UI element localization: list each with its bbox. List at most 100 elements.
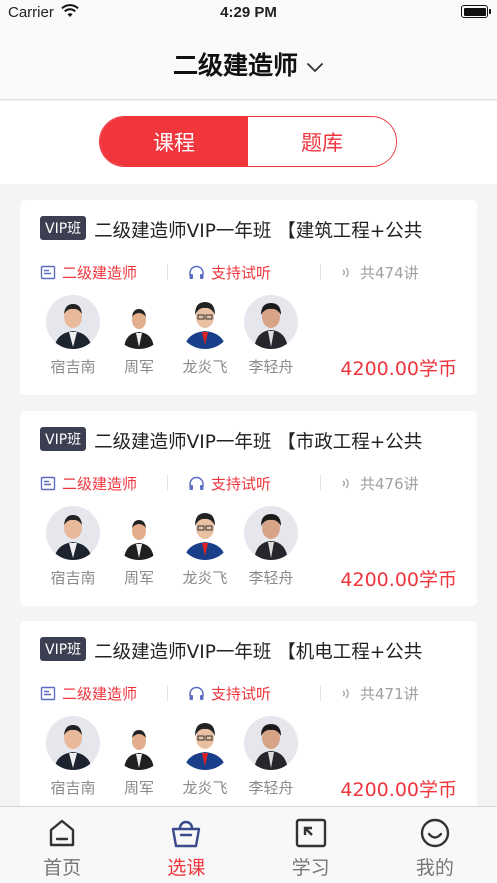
teacher-name: 宿吉南	[50, 569, 96, 587]
course-title: 二级建造师VIP一年班 【建筑工程+公共	[94, 221, 423, 242]
basket-icon	[172, 820, 201, 848]
headphones-icon	[189, 686, 204, 700]
teacher-item[interactable]: 李轻舟	[238, 295, 304, 377]
avatar	[244, 295, 298, 349]
category-selector[interactable]: 二级建造师	[0, 46, 497, 82]
teacher-list: 宿吉南 周军 龙炎飞 李轻舟	[40, 295, 304, 377]
teacher-item[interactable]: 周军	[106, 716, 172, 798]
course-meta: 二级建造师 支持试听 共476讲	[40, 472, 460, 494]
course-price: 4200.00学币	[340, 569, 457, 591]
lesson-count: 共471讲	[360, 684, 419, 703]
trial-label: 支持试听	[211, 474, 272, 493]
page-title: 二级建造师	[172, 51, 298, 80]
divider	[320, 475, 321, 491]
avatar	[178, 716, 232, 770]
teacher-item[interactable]: 宿吉南	[40, 506, 106, 588]
teacher-list: 宿吉南 周军 龙炎飞 李轻舟	[40, 506, 304, 588]
vip-badge: VIP班	[40, 427, 87, 451]
avatar	[178, 295, 232, 349]
avatar	[112, 295, 166, 349]
book-icon	[40, 686, 56, 700]
avatar	[46, 716, 100, 770]
teacher-item[interactable]: 周军	[106, 295, 172, 377]
divider	[320, 264, 321, 280]
study-icon	[295, 818, 326, 848]
divider	[167, 475, 168, 491]
teacher-name: 宿吉南	[50, 779, 96, 797]
course-category: 二级建造师	[62, 474, 138, 493]
book-icon	[40, 265, 56, 279]
course-title-row: VIP班 二级建造师VIP一年班 【市政工程+公共	[40, 427, 423, 454]
tab-bar: 首页 选课 学习 我的	[0, 806, 497, 883]
teacher-item[interactable]: 龙炎飞	[172, 295, 238, 377]
teacher-name: 龙炎飞	[182, 569, 228, 587]
tab-profile[interactable]: 我的	[373, 807, 497, 883]
tab-courses[interactable]: 课程	[100, 117, 248, 166]
teacher-name: 龙炎飞	[182, 358, 228, 376]
teacher-name: 周军	[123, 358, 154, 376]
teacher-item[interactable]: 宿吉南	[40, 295, 106, 377]
tab-study[interactable]: 学习	[249, 807, 373, 883]
vip-badge: VIP班	[40, 637, 87, 661]
trial-label: 支持试听	[211, 263, 272, 282]
course-category: 二级建造师	[62, 263, 138, 282]
course-meta: 二级建造师 支持试听 共471讲	[40, 682, 460, 704]
teacher-item[interactable]: 李轻舟	[238, 506, 304, 588]
lesson-count: 共476讲	[360, 474, 419, 493]
course-title-row: VIP班 二级建造师VIP一年班 【建筑工程+公共	[40, 216, 423, 243]
audio-icon	[342, 477, 349, 489]
avatar	[244, 716, 298, 770]
audio-icon	[342, 266, 349, 278]
divider	[320, 685, 321, 701]
tab-home[interactable]: 首页	[0, 807, 124, 883]
teacher-item[interactable]: 龙炎飞	[172, 506, 238, 588]
battery-icon	[461, 5, 491, 18]
tab-label: 我的	[415, 857, 454, 879]
headphones-icon	[189, 265, 204, 279]
course-title: 二级建造师VIP一年班 【机电工程+公共	[94, 642, 423, 663]
teacher-name: 周军	[123, 779, 154, 797]
divider	[167, 264, 168, 280]
course-price: 4200.00学币	[340, 358, 457, 380]
trial-label: 支持试听	[211, 684, 272, 703]
avatar	[112, 716, 166, 770]
teacher-item[interactable]: 周军	[106, 506, 172, 588]
tab-question-bank[interactable]: 题库	[248, 117, 396, 166]
teacher-item[interactable]: 龙炎飞	[172, 716, 238, 798]
course-title: 二级建造师VIP一年班 【市政工程+公共	[94, 432, 423, 453]
teacher-name: 周军	[123, 569, 154, 587]
avatar	[112, 506, 166, 560]
teacher-item[interactable]: 李轻舟	[238, 716, 304, 798]
course-title-row: VIP班 二级建造师VIP一年班 【机电工程+公共	[40, 637, 423, 664]
course-list[interactable]: VIP班 二级建造师VIP一年班 【建筑工程+公共 二级建造师 支持试听 共474…	[0, 184, 497, 806]
course-card[interactable]: VIP班 二级建造师VIP一年班 【建筑工程+公共 二级建造师 支持试听 共474…	[20, 200, 477, 395]
profile-icon	[420, 818, 450, 848]
tab-label: 学习	[291, 857, 330, 879]
course-card[interactable]: VIP班 二级建造师VIP一年班 【市政工程+公共 二级建造师 支持试听 共476…	[20, 411, 477, 606]
avatar	[178, 506, 232, 560]
tab-courses-select[interactable]: 选课	[124, 807, 248, 883]
course-card[interactable]: VIP班 二级建造师VIP一年班 【机电工程+公共 二级建造师 支持试听 共471…	[20, 621, 477, 806]
avatar	[244, 506, 298, 560]
nav-bar: 二级建造师	[0, 26, 497, 100]
teacher-name: 李轻舟	[248, 358, 294, 376]
teacher-item[interactable]: 宿吉南	[40, 716, 106, 798]
book-icon	[40, 476, 56, 490]
segment-area: 课程 题库	[0, 101, 497, 184]
audio-icon	[342, 687, 349, 699]
avatar	[46, 506, 100, 560]
divider	[167, 685, 168, 701]
avatar	[46, 295, 100, 349]
teacher-name: 李轻舟	[248, 569, 294, 587]
clock: 4:29 PM	[220, 4, 277, 21]
tab-label: 首页	[43, 857, 82, 879]
teacher-list: 宿吉南 周军 龙炎飞 李轻舟	[40, 716, 304, 798]
chevron-down-icon	[306, 50, 324, 79]
course-meta: 二级建造师 支持试听 共474讲	[40, 261, 460, 283]
status-bar: Carrier 4:29 PM	[0, 0, 497, 26]
course-category: 二级建造师	[62, 684, 138, 703]
headphones-icon	[189, 476, 204, 490]
vip-badge: VIP班	[40, 216, 87, 240]
course-price: 4200.00学币	[340, 779, 457, 801]
teacher-name: 宿吉南	[50, 358, 96, 376]
